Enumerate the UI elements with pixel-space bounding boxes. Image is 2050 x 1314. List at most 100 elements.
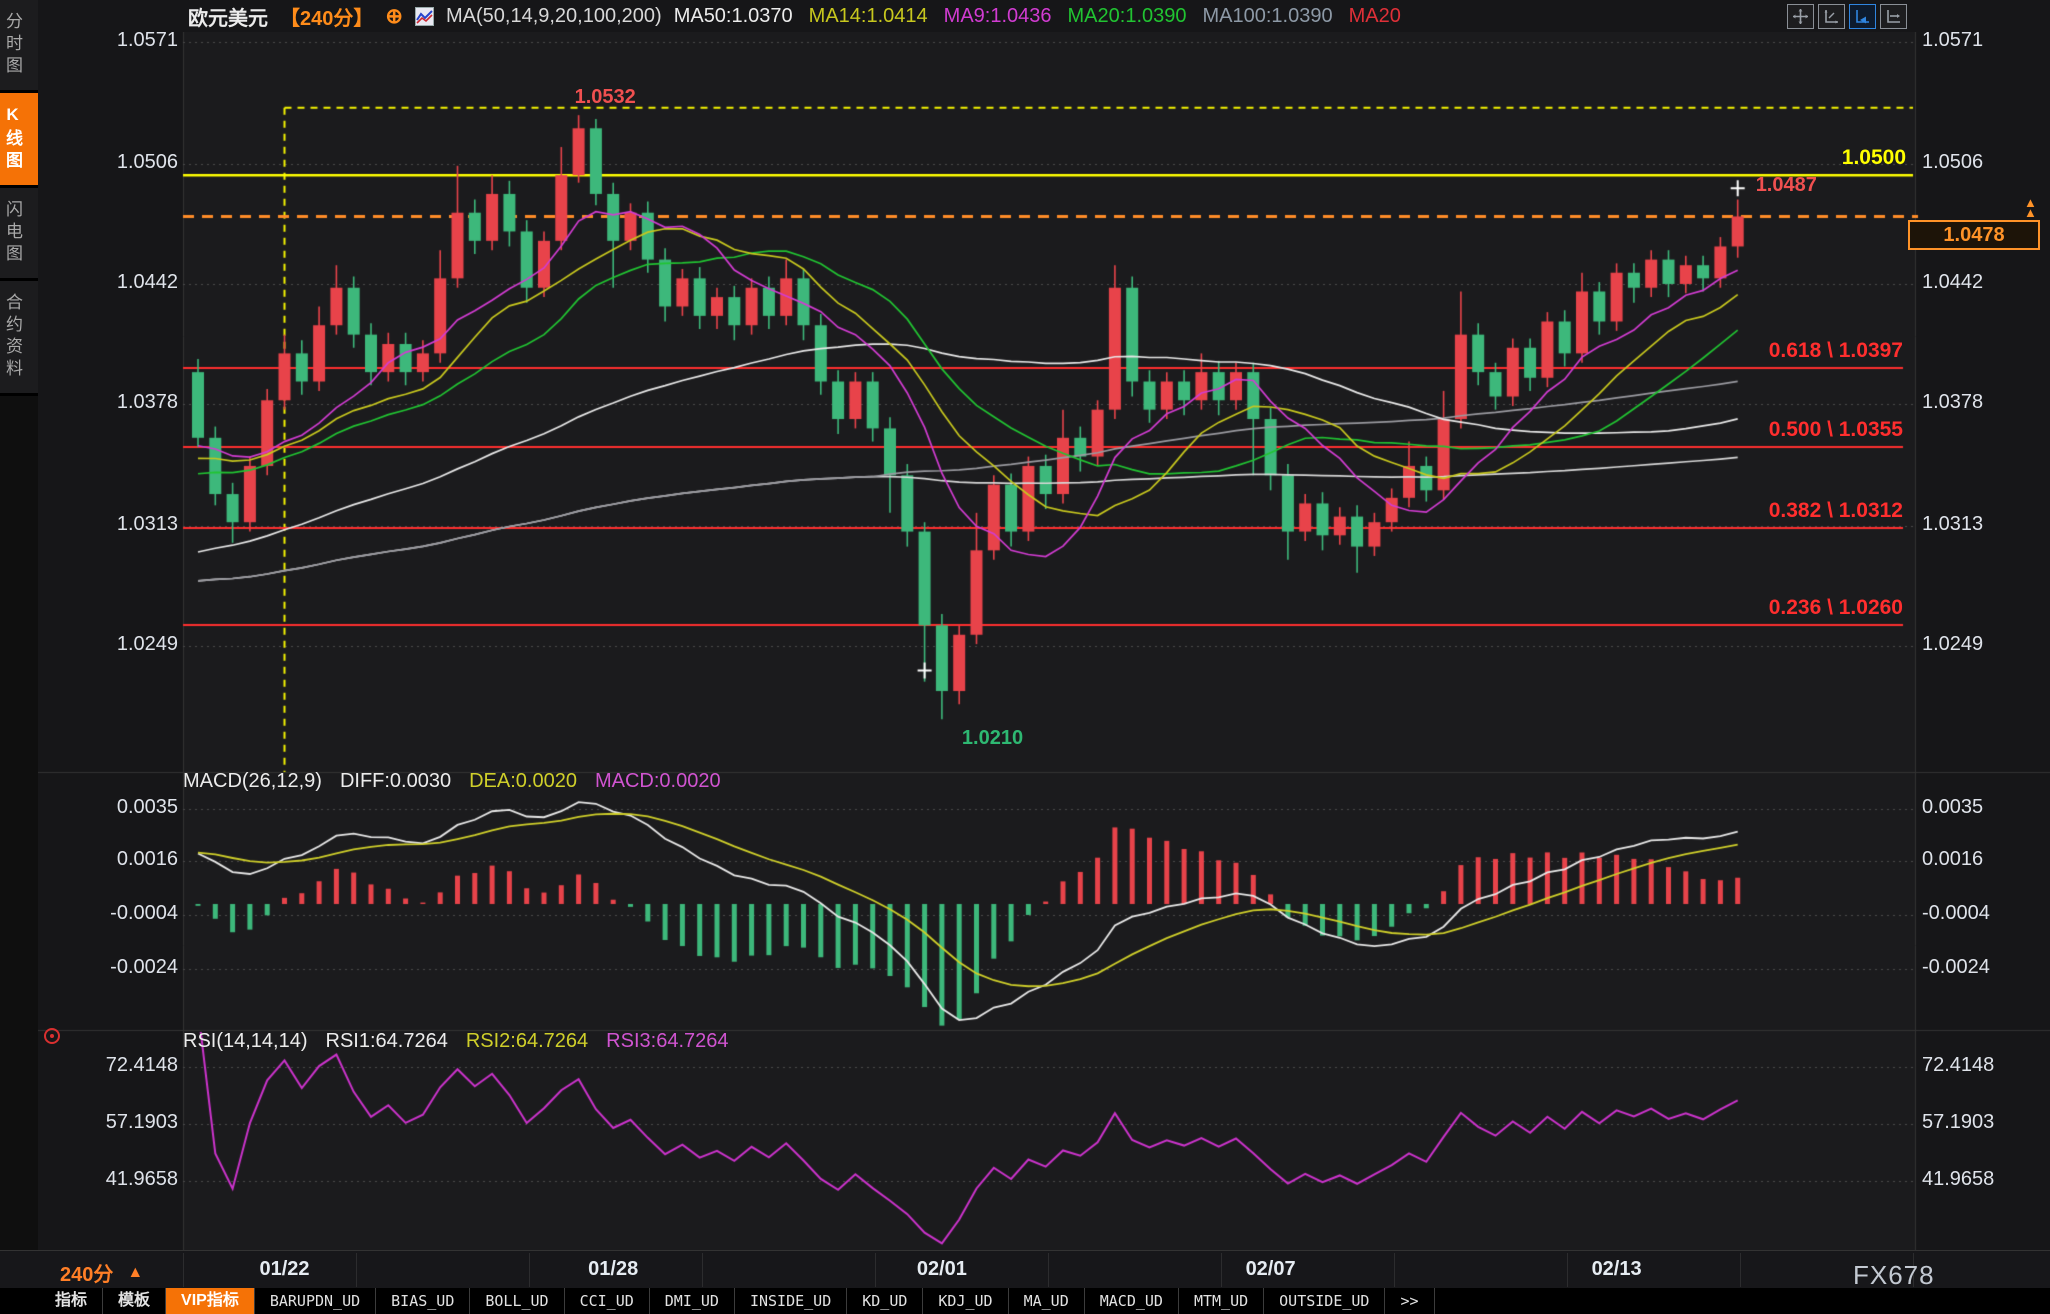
axis-scale-icon[interactable]: [1818, 4, 1845, 29]
rsi-axis-right-label: 72.4148: [1922, 1054, 2050, 1077]
ma-value-5: MA100:1.0390: [1203, 5, 1333, 28]
fib-level-label-3: 0.382 \ 1.0312: [1603, 499, 1903, 523]
ma-value-6: MA20: [1349, 5, 1401, 28]
tab-bias_ud[interactable]: BIAS_UD: [376, 1288, 470, 1314]
rsi1-value: RSI1:64.7264: [326, 1030, 448, 1053]
rsi-axis-right-label: 41.9658: [1922, 1168, 2050, 1191]
rsi-axis-left-label: 57.1903: [48, 1111, 178, 1134]
tab-barupdn_ud[interactable]: BARUPDN_UD: [255, 1288, 376, 1314]
date-label-01/28: 01/28: [563, 1258, 663, 1281]
tab-outside_ud[interactable]: OUTSIDE_UD: [1264, 1288, 1385, 1314]
macd-panel-title: MACD(26,12,9) DIFF:0.0030 DEA:0.0020 MAC…: [183, 770, 721, 793]
resistance-price-label: 1.0500: [1606, 146, 1906, 170]
tab-dmi_ud[interactable]: DMI_UD: [650, 1288, 735, 1314]
app-window: 分时图K线图闪电图合约资料 欧元美元 【240分】 ⊕ MA(50,14,9,2…: [0, 0, 2050, 1314]
time-axis-separator: [875, 1253, 876, 1287]
price-axis-left-label: 1.0442: [48, 271, 178, 294]
chart-area: 欧元美元 【240分】 ⊕ MA(50,14,9,20,100,200) MA5…: [38, 0, 2050, 1288]
rsi3-value: RSI3:64.7264: [606, 1030, 728, 1053]
macd-title-label: MACD(26,12,9): [183, 770, 322, 793]
macd-axis-left-label: 0.0035: [48, 796, 178, 819]
tab-mtm_ud[interactable]: MTM_UD: [1179, 1288, 1264, 1314]
time-axis: 240分 ▲ 01/22 01/28 02/01 02/07 02/13: [0, 1250, 2050, 1289]
fib-level-label-4: 0.236 \ 1.0260: [1603, 596, 1903, 620]
ma-values: MA50:1.0370MA14:1.0414MA9:1.0436MA20:1.0…: [674, 5, 1401, 28]
watermark: FX678: [1853, 1260, 1935, 1291]
tab-kd_ud[interactable]: KD_UD: [847, 1288, 923, 1314]
rsi-marker-icon[interactable]: [44, 1028, 60, 1044]
axis-shift-icon[interactable]: [1880, 4, 1907, 29]
sidebar-item-2[interactable]: K线图: [0, 93, 38, 188]
price-annotation-1.0487: 1.0487: [1756, 174, 1817, 197]
chart-header: 欧元美元 【240分】 ⊕ MA(50,14,9,20,100,200) MA5…: [38, 0, 2050, 32]
price-chart-canvas[interactable]: [38, 32, 2050, 1250]
tab-kdj_ud[interactable]: KDJ_UD: [923, 1288, 1008, 1314]
time-axis-separator: [529, 1253, 530, 1287]
tab-macd_ud[interactable]: MACD_UD: [1085, 1288, 1179, 1314]
sidebar-item-4[interactable]: 合约资料: [0, 281, 38, 396]
rsi-panel-title: RSI(14,14,14) RSI1:64.7264 RSI2:64.7264 …: [183, 1030, 729, 1053]
tab-inside_ud[interactable]: INSIDE_UD: [735, 1288, 847, 1314]
macd-axis-right-label: -0.0004: [1922, 902, 2050, 925]
macd-axis-left-label: -0.0024: [48, 956, 178, 979]
sidebar-item-3[interactable]: 闪电图: [0, 188, 38, 281]
rsi2-value: RSI2:64.7264: [466, 1030, 588, 1053]
price-annotation-1.0210: 1.0210: [962, 727, 1023, 750]
indicator-tabbar: 指标模板VIP指标BARUPDN_UDBIAS_UDBOLL_UDCCI_UDD…: [0, 1288, 2050, 1314]
macd-axis-left-label: 0.0016: [48, 848, 178, 871]
tab-cci_ud[interactable]: CCI_UD: [565, 1288, 650, 1314]
rsi-title-label: RSI(14,14,14): [183, 1030, 308, 1053]
price-axis-right-label: 1.0442: [1922, 271, 2050, 294]
macd-axis-right-label: 0.0016: [1922, 848, 2050, 871]
ma-value-3: MA9:1.0436: [944, 5, 1052, 28]
ma-value-2: MA14:1.0414: [809, 5, 928, 28]
interval-indicator[interactable]: 240分 ▲: [60, 1258, 143, 1287]
macd-axis-right-label: 0.0035: [1922, 796, 2050, 819]
rsi-axis-left-label: 41.9658: [48, 1168, 178, 1191]
time-axis-separator: [356, 1253, 357, 1287]
date-label-02/13: 02/13: [1567, 1258, 1667, 1281]
tab->>[interactable]: >>: [1385, 1288, 1434, 1314]
time-axis-separator: [702, 1253, 703, 1287]
price-axis-right-label: 1.0249: [1922, 633, 2050, 656]
date-label-01/22: 01/22: [235, 1258, 335, 1281]
macd-axis-left-label: -0.0004: [48, 902, 178, 925]
tab-指标[interactable]: 指标: [40, 1288, 103, 1314]
interval-up-triangle-icon: ▲: [127, 1264, 143, 1282]
price-axis-left-label: 1.0313: [48, 513, 178, 536]
time-axis-separator: [1394, 1253, 1395, 1287]
sidebar-item-1[interactable]: 分时图: [0, 0, 38, 93]
fib-level-label-2: 0.500 \ 1.0355: [1603, 418, 1903, 442]
price-axis-left-label: 1.0249: [48, 633, 178, 656]
plus-circle-icon[interactable]: ⊕: [385, 4, 403, 29]
time-axis-separator: [1048, 1253, 1049, 1287]
axis-autoscale-icon[interactable]: [1849, 4, 1876, 29]
price-axis-right-label: 1.0313: [1922, 513, 2050, 536]
macd-macd-value: MACD:0.0020: [595, 770, 721, 793]
fib-level-label-1: 0.618 \ 1.0397: [1603, 339, 1903, 363]
macd-axis-right-label: -0.0024: [1922, 956, 2050, 979]
chart-type-sidebar: 分时图K线图闪电图合约资料: [0, 0, 38, 1288]
header-toolbar: [1787, 4, 1907, 29]
ma-params-label: MA(50,14,9,20,100,200): [446, 5, 662, 28]
line-chart-icon[interactable]: [415, 7, 434, 26]
interval-text: 240分: [60, 1258, 113, 1287]
price-axis-right-label: 1.0506: [1922, 151, 2050, 174]
tab-boll_ud[interactable]: BOLL_UD: [470, 1288, 564, 1314]
interval-badge: 【240分】: [280, 2, 373, 31]
date-label-02/07: 02/07: [1221, 1258, 1321, 1281]
tab-ma_ud[interactable]: MA_UD: [1009, 1288, 1085, 1314]
price-axis-right-label: 1.0378: [1922, 391, 2050, 414]
tab-模板[interactable]: 模板: [103, 1288, 166, 1314]
tab-vip指标[interactable]: VIP指标: [166, 1288, 255, 1314]
rsi-axis-right-label: 57.1903: [1922, 1111, 2050, 1134]
time-axis-separator: [183, 1253, 184, 1287]
price-up-arrow-icon: ▲: [2024, 208, 2037, 218]
price-axis-right-label: 1.0571: [1922, 29, 2050, 52]
date-label-02/01: 02/01: [892, 1258, 992, 1281]
ma-value-1: MA50:1.0370: [674, 5, 793, 28]
macd-diff-value: DIFF:0.0030: [340, 770, 451, 793]
move-icon[interactable]: [1787, 4, 1814, 29]
price-axis-left-label: 1.0571: [48, 29, 178, 52]
rsi-axis-left-label: 72.4148: [48, 1054, 178, 1077]
